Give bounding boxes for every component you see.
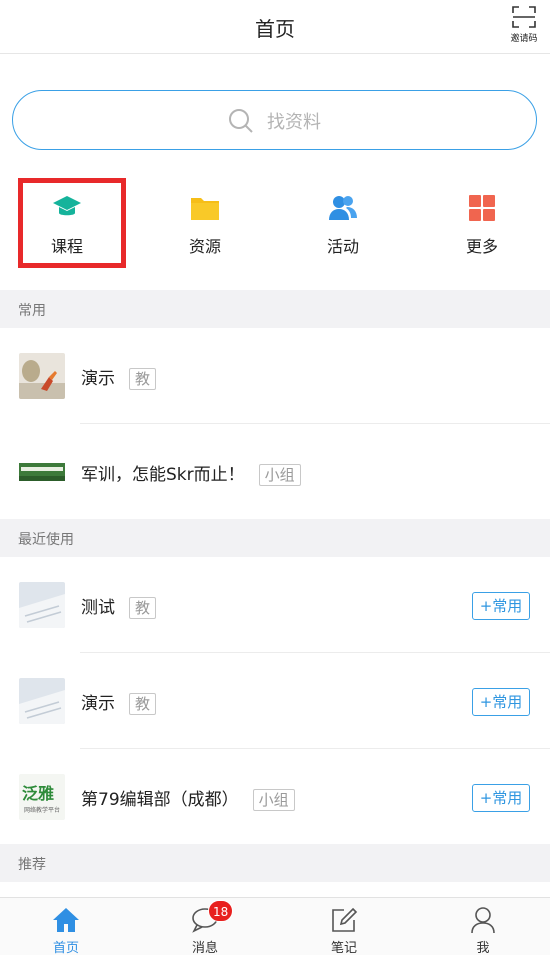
group-thumbnail: [19, 449, 65, 495]
invite-code-label: 邀请码: [510, 34, 538, 44]
selection-highlight: [18, 178, 126, 268]
item-title: 第79编辑部（成都）: [81, 790, 239, 810]
tab-home[interactable]: 首页: [26, 898, 106, 955]
list-item[interactable]: 测试教 +常用: [0, 557, 550, 653]
tab-messages[interactable]: 18 消息: [165, 898, 245, 955]
tab-notes-label: 笔记: [330, 941, 357, 955]
grid-icon: [469, 195, 495, 221]
tab-messages-label: 消息: [191, 941, 218, 955]
quick-more[interactable]: 更多: [427, 180, 537, 260]
role-tag: 小组: [252, 789, 295, 811]
role-tag: 教: [129, 597, 157, 619]
list-item[interactable]: 泛雅 网络教学平台 第79编辑部（成都） 小组 +常用: [0, 749, 550, 845]
quick-resource[interactable]: 资源: [150, 180, 260, 260]
item-title: 演示: [81, 694, 115, 714]
section-recent: 最近使用: [0, 519, 550, 557]
fanya-logo: 泛雅: [22, 784, 55, 803]
item-title: 演示: [81, 369, 115, 389]
section-recommend: 推荐: [0, 844, 550, 882]
home-icon: [53, 908, 79, 932]
page-title: 首页: [255, 17, 295, 41]
note-icon: [332, 907, 358, 932]
group-thumbnail: 泛雅 网络教学平台: [19, 774, 65, 820]
people-icon: [329, 196, 357, 220]
folder-icon: [191, 198, 219, 220]
top-bar: 首页 邀请码: [0, 0, 550, 54]
quick-activity-label: 活动: [326, 237, 359, 256]
section-common-title: 常用: [18, 303, 46, 319]
section-recent-title: 最近使用: [18, 532, 74, 548]
tab-me[interactable]: 我: [443, 898, 523, 955]
course-thumbnail: [19, 353, 65, 399]
section-recommend-title: 推荐: [18, 857, 46, 873]
list-item[interactable]: 演示教 +常用: [0, 653, 550, 749]
user-icon: [471, 907, 495, 934]
role-tag: 小组: [258, 464, 301, 486]
tab-notes[interactable]: 笔记: [304, 898, 384, 955]
quick-resource-label: 资源: [188, 237, 221, 256]
search-icon: [228, 109, 253, 133]
search-placeholder: 找资料: [267, 112, 322, 133]
fanya-logo-subtitle: 网络教学平台: [23, 807, 60, 814]
item-title: 测试: [81, 598, 115, 618]
search-box[interactable]: 找资料: [12, 90, 537, 150]
role-tag: 教: [129, 693, 157, 715]
quick-activity[interactable]: 活动: [288, 180, 398, 260]
role-tag: 教: [129, 368, 157, 390]
course-thumbnail: [19, 582, 65, 628]
invite-code-button[interactable]: 邀请码: [508, 4, 540, 48]
list-item[interactable]: 演示教: [0, 328, 550, 424]
add-to-common-button[interactable]: +常用: [472, 688, 530, 716]
section-common: 常用: [0, 290, 550, 328]
tab-home-label: 首页: [52, 941, 79, 955]
item-title: 军训，怎能Skr而止！: [81, 465, 245, 485]
tab-me-label: 我: [476, 941, 490, 955]
add-to-common-button[interactable]: +常用: [472, 592, 530, 620]
unread-badge: 18: [208, 900, 234, 922]
bottom-tab-bar: 首页 18 消息 笔记 我: [0, 897, 550, 955]
scan-icon: [512, 6, 536, 28]
list-item[interactable]: 军训，怎能Skr而止！ 小组: [0, 424, 550, 520]
course-thumbnail: [19, 678, 65, 724]
add-to-common-button[interactable]: +常用: [472, 784, 530, 812]
quick-more-label: 更多: [465, 237, 498, 256]
